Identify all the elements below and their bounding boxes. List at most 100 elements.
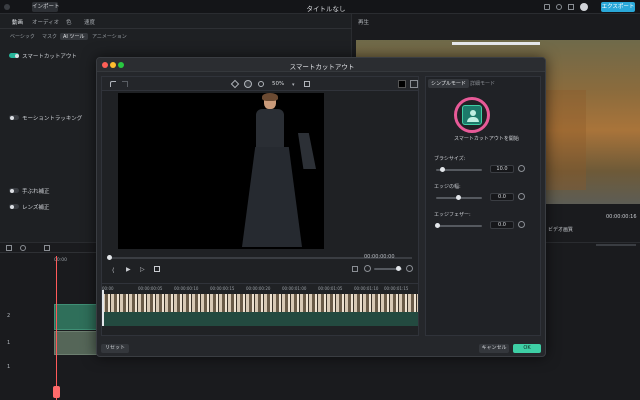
avatar[interactable] — [580, 3, 588, 11]
cutout-editor: 50% ▾ 00:00:00:00 ⟨ ▶ ▷ 00:00 00:00:00:0… — [101, 76, 419, 336]
fullscreen-icon[interactable] — [352, 266, 358, 272]
edge-width-knob[interactable] — [456, 195, 461, 200]
brush-icon[interactable] — [244, 80, 252, 88]
crop-handle-bar[interactable] — [452, 42, 540, 45]
filmstrip-time-7: 00:00:01:10 — [354, 286, 379, 291]
chevron-down-icon[interactable]: ▾ — [292, 82, 295, 88]
smart-cutout-toggle[interactable] — [9, 53, 19, 58]
motion-tracking-label: モーショントラッキング — [22, 116, 83, 122]
edge-feather-knob[interactable] — [435, 223, 440, 228]
smart-cutout-start-button[interactable] — [462, 105, 482, 125]
stabilization-toggle[interactable] — [9, 188, 19, 193]
export-button[interactable]: エクスポート — [601, 2, 635, 12]
fit-icon[interactable] — [304, 81, 310, 87]
brush-size-input[interactable]: 10.0 — [490, 165, 514, 173]
import-button[interactable]: インポート — [32, 2, 60, 12]
tab-simple-mode[interactable]: シンプルモード — [428, 79, 469, 88]
project-title: タイトルなし — [306, 5, 346, 13]
cutout-settings-panel: シンプルモード 詳細モード スマートカットアウトを開始 ブラシサイズ: 10.0… — [425, 76, 541, 336]
compare-icon[interactable] — [410, 80, 418, 88]
divider — [0, 28, 352, 29]
brush-size-knob[interactable] — [440, 167, 445, 172]
start-cutout-label[interactable]: スマートカットアウトを開始 — [454, 135, 519, 142]
ok-button[interactable]: OK — [513, 344, 541, 353]
cancel-button[interactable]: キャンセル — [479, 344, 509, 353]
tab-video[interactable]: 動画 — [12, 18, 23, 26]
cutout-canvas[interactable] — [118, 93, 324, 249]
stop-icon[interactable] — [154, 266, 160, 272]
brush-size-label: ブラシサイズ: — [434, 156, 466, 162]
zoom-slider[interactable] — [596, 244, 636, 246]
edge-width-input[interactable]: 0.0 — [490, 193, 514, 201]
undo-icon[interactable] — [20, 245, 26, 251]
grid-icon[interactable] — [568, 4, 574, 10]
tab-color[interactable]: 色 — [66, 18, 72, 26]
background-color-swatch[interactable] — [398, 80, 406, 88]
prev-frame-icon[interactable]: ⟨ — [112, 267, 114, 274]
audio-track-number: 1 — [7, 364, 11, 370]
layout-icon[interactable] — [6, 245, 12, 251]
person-hair — [262, 93, 278, 101]
playhead[interactable] — [56, 256, 57, 400]
timeline-clip-cutout[interactable] — [54, 304, 98, 330]
video-quality-select[interactable]: ビデオ画質 — [548, 226, 573, 233]
zoom-out-icon[interactable] — [364, 265, 371, 272]
reset-icon[interactable] — [518, 193, 525, 200]
filmstrip-time-2: 00:00:00:10 — [174, 286, 199, 291]
reset-icon[interactable] — [518, 221, 525, 228]
track-1-number: 1 — [7, 340, 11, 346]
zoom-level[interactable]: 50% — [272, 81, 284, 87]
divider — [0, 252, 96, 253]
redo-icon[interactable] — [122, 81, 128, 87]
close-icon[interactable] — [102, 62, 108, 68]
smart-cutout-label: スマートカットアウト — [22, 54, 77, 60]
minimize-icon[interactable] — [110, 62, 116, 68]
playback-bar: 00:00:00:00 ⟨ ▶ ▷ — [102, 252, 418, 282]
subtab-basic[interactable]: ベーシック — [10, 33, 35, 40]
edge-feather-input[interactable]: 0.0 — [490, 221, 514, 229]
delete-icon[interactable] — [44, 245, 50, 251]
tab-speed[interactable]: 速度 — [84, 18, 95, 26]
edge-feather-slider[interactable] — [436, 225, 482, 227]
subtab-animation[interactable]: アニメーション — [92, 33, 127, 40]
filmstrip-time-1: 00:00:00:05 — [138, 286, 163, 291]
next-frame-icon[interactable]: ▷ — [140, 266, 145, 273]
playhead-handle[interactable] — [53, 386, 60, 398]
edge-feather-label: エッジフェザー: — [434, 212, 471, 218]
tab-audio[interactable]: オーディオ — [32, 18, 59, 26]
editor-toolbar: 50% ▾ — [102, 77, 418, 91]
menu-icon[interactable] — [4, 4, 10, 10]
reset-button[interactable]: リセット — [101, 344, 129, 353]
filmstrip-frames — [102, 294, 418, 312]
filmstrip-playhead[interactable] — [102, 290, 104, 326]
filmstrip-mask-track — [102, 312, 418, 326]
maximize-icon[interactable] — [118, 62, 124, 68]
track-2-number: 2 — [7, 313, 11, 319]
lens-correction-toggle[interactable] — [9, 204, 19, 209]
motion-tracking-toggle[interactable] — [9, 115, 19, 120]
eraser-icon[interactable] — [258, 81, 264, 87]
subtab-mask[interactable]: マスク — [42, 33, 57, 40]
play-icon[interactable]: ▶ — [126, 266, 131, 273]
person-torso — [256, 109, 284, 149]
filmstrip-time-4: 00:00:00:20 — [246, 286, 271, 291]
settings-icon[interactable] — [556, 4, 562, 10]
filmstrip-time-6: 00:00:01:05 — [318, 286, 343, 291]
preview-zoom-knob[interactable] — [396, 266, 401, 271]
reset-icon[interactable] — [518, 165, 525, 172]
filmstrip-timeline[interactable]: 00:00 00:00:00:05 00:00:00:10 00:00:00:1… — [102, 283, 418, 335]
lens-correction-label: レンズ補正 — [22, 205, 50, 211]
top-bar: インポート タイトルなし エクスポート — [0, 0, 640, 14]
tab-detail-mode[interactable]: 詳細モード — [470, 80, 495, 87]
timeline-clip-video[interactable] — [54, 331, 98, 355]
scrub-knob[interactable] — [107, 255, 112, 260]
zoom-in-icon[interactable] — [406, 265, 413, 272]
window-icon[interactable] — [544, 4, 550, 10]
stabilization-label: 手ぶれ補正 — [22, 189, 50, 195]
pen-icon[interactable] — [230, 79, 240, 89]
subtab-ai-tools[interactable]: AI ツール — [60, 33, 88, 40]
edge-width-label: エッジの幅: — [434, 184, 461, 190]
preview-label: 再生 — [358, 20, 370, 26]
filmstrip-time-3: 00:00:00:15 — [210, 286, 235, 291]
undo-icon[interactable] — [110, 81, 116, 87]
